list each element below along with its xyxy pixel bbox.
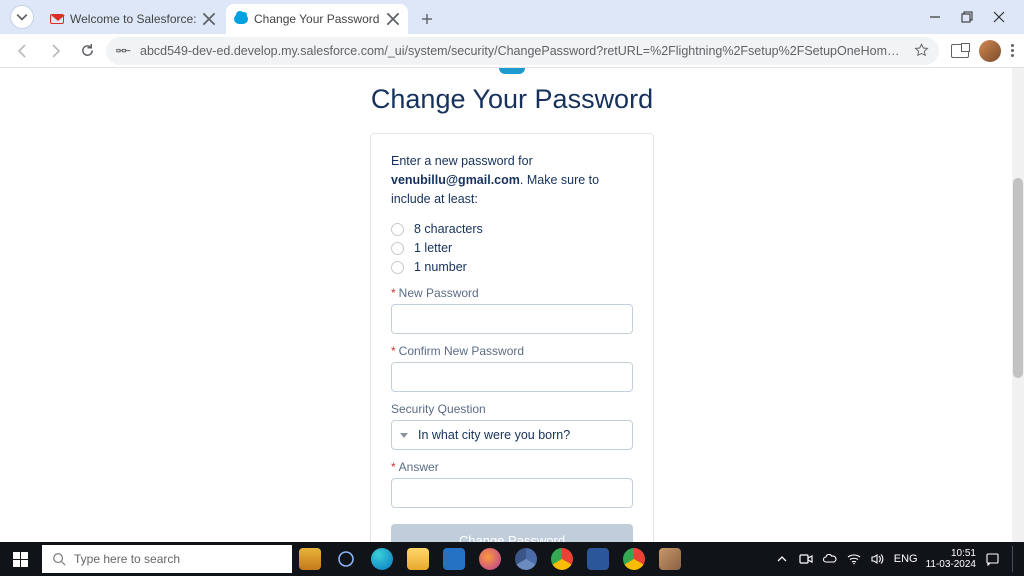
taskbar-search-placeholder: Type here to search: [74, 552, 180, 566]
site-settings-icon[interactable]: [116, 44, 132, 58]
new-password-input[interactable]: [391, 304, 633, 334]
window-restore-icon[interactable]: [960, 10, 974, 24]
wifi-icon[interactable]: [846, 551, 862, 567]
url-text: abcd549-dev-ed.develop.my.salesforce.com…: [140, 44, 906, 58]
cortana-button[interactable]: [328, 542, 364, 576]
intro-email: venubillu@gmail.com: [391, 173, 520, 187]
gmail-icon: [50, 12, 64, 26]
tab-salesforce[interactable]: Change Your Password | Salesfo: [226, 4, 408, 34]
close-icon[interactable]: [386, 12, 400, 26]
forward-button[interactable]: [42, 38, 68, 64]
start-button[interactable]: [0, 542, 40, 576]
browser-toolbar: abcd549-dev-ed.develop.my.salesforce.com…: [0, 34, 1024, 68]
page-viewport: Change Your Password Enter a new passwor…: [0, 68, 1024, 542]
confirm-password-input[interactable]: [391, 362, 633, 392]
requirement-text: 1 number: [414, 260, 467, 274]
volume-icon[interactable]: [870, 551, 886, 567]
requirement-item: 1 letter: [391, 241, 633, 255]
requirement-item: 8 characters: [391, 222, 633, 236]
intro-text: Enter a new password for venubillu@gmail…: [391, 152, 633, 208]
salesforce-icon: [234, 12, 248, 26]
confirm-password-label: *Confirm New Password: [391, 344, 633, 358]
windows-taskbar: Type here to search ENG 10:51 11-03-20: [0, 542, 1024, 576]
search-icon: [52, 552, 66, 566]
close-icon[interactable]: [202, 12, 216, 26]
store-app[interactable]: [436, 542, 472, 576]
password-card: Enter a new password for venubillu@gmail…: [370, 133, 654, 542]
taskview-button[interactable]: [292, 542, 328, 576]
taskbar-clock[interactable]: 10:51 11-03-2024: [926, 548, 976, 570]
chrome-app-1[interactable]: [544, 542, 580, 576]
security-question-value: In what city were you born?: [418, 428, 570, 442]
taskbar-search[interactable]: Type here to search: [42, 545, 292, 573]
onedrive-icon[interactable]: [822, 551, 838, 567]
chrome-dev-app[interactable]: [508, 542, 544, 576]
tab-title: Change Your Password | Salesfo: [254, 12, 380, 26]
firefox-app[interactable]: [472, 542, 508, 576]
intro-prefix: Enter a new password for: [391, 154, 533, 168]
tab-title: Welcome to Salesforce: Verify y: [70, 12, 196, 26]
language-indicator[interactable]: ENG: [894, 553, 918, 565]
window-close-icon[interactable]: [992, 10, 1006, 24]
extensions-icon[interactable]: [951, 44, 969, 58]
unchecked-circle-icon: [391, 261, 404, 274]
chevron-down-icon: [400, 433, 408, 438]
reload-button[interactable]: [74, 38, 100, 64]
chrome-app-2[interactable]: [616, 542, 652, 576]
profile-avatar[interactable]: [979, 40, 1001, 62]
unchecked-circle-icon: [391, 242, 404, 255]
address-bar[interactable]: abcd549-dev-ed.develop.my.salesforce.com…: [106, 37, 939, 65]
salesforce-logo-icon: [499, 68, 525, 74]
clock-time: 10:51: [926, 548, 976, 559]
explorer-app[interactable]: [400, 542, 436, 576]
system-tray: ENG 10:51 11-03-2024: [774, 546, 1024, 572]
new-password-label: *New Password: [391, 286, 633, 300]
security-question-label: Security Question: [391, 402, 633, 416]
change-password-button[interactable]: Change Password: [391, 524, 633, 542]
browser-tabstrip: Welcome to Salesforce: Verify y Change Y…: [0, 0, 1024, 34]
show-desktop-button[interactable]: [1012, 546, 1018, 572]
new-tab-button[interactable]: [414, 6, 440, 32]
kebab-menu-icon[interactable]: [1011, 44, 1014, 57]
answer-input[interactable]: [391, 478, 633, 508]
bookmark-icon[interactable]: [914, 43, 929, 58]
meet-now-icon[interactable]: [798, 551, 814, 567]
requirement-item: 1 number: [391, 260, 633, 274]
security-question-select[interactable]: In what city were you born?: [391, 420, 633, 450]
back-button[interactable]: [10, 38, 36, 64]
requirement-text: 1 letter: [414, 241, 452, 255]
taskbar-apps: [292, 542, 688, 576]
tray-chevron-up-icon[interactable]: [774, 551, 790, 567]
requirement-list: 8 characters 1 letter 1 number: [391, 222, 633, 274]
edge-app[interactable]: [364, 542, 400, 576]
window-minimize-icon[interactable]: [928, 10, 942, 24]
clock-date: 11-03-2024: [926, 559, 976, 570]
answer-label: *Answer: [391, 460, 633, 474]
notifications-icon[interactable]: [984, 551, 1000, 567]
tab-gmail[interactable]: Welcome to Salesforce: Verify y: [42, 4, 224, 34]
windows-logo-icon: [13, 552, 28, 567]
photo-app[interactable]: [652, 542, 688, 576]
word-app[interactable]: [580, 542, 616, 576]
scrollbar-track[interactable]: [1012, 68, 1024, 542]
page-title: Change Your Password: [371, 84, 653, 115]
requirement-text: 8 characters: [414, 222, 483, 236]
unchecked-circle-icon: [391, 223, 404, 236]
scrollbar-thumb[interactable]: [1013, 178, 1023, 378]
profile-chip[interactable]: [10, 5, 34, 29]
